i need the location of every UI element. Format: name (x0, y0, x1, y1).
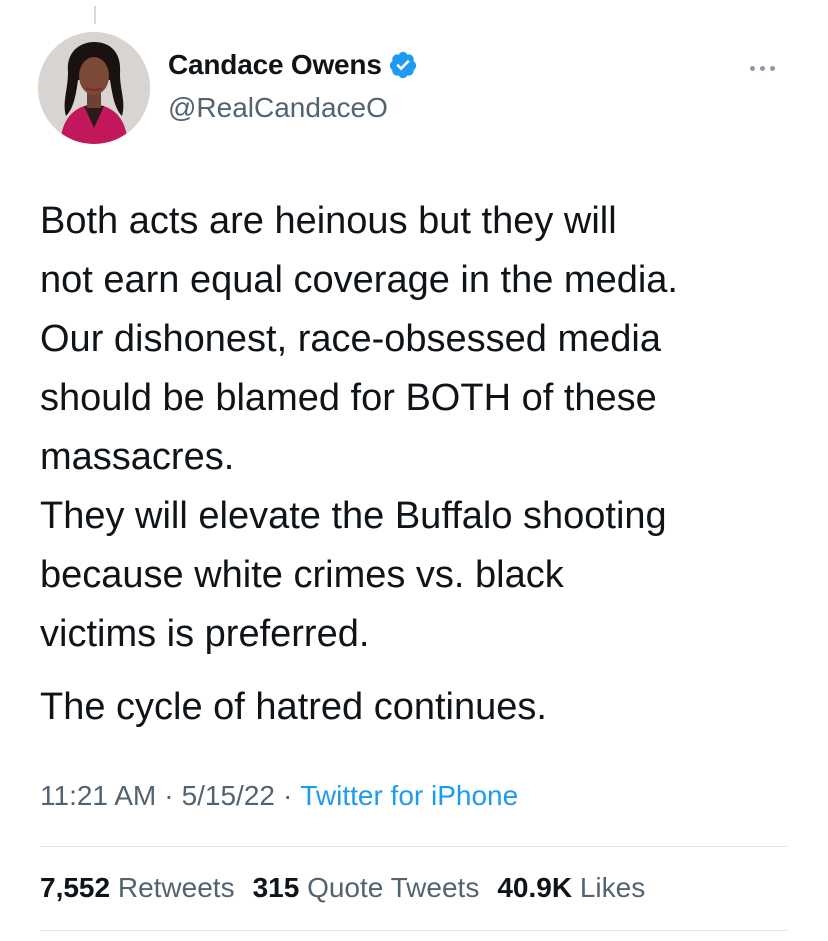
thread-connector-line (94, 6, 96, 24)
tweet-metadata: 11:21 AM · 5/15/22 · Twitter for iPhone (40, 780, 518, 812)
divider (40, 846, 788, 847)
tweet-paragraph: The cycle of hatred continues. (40, 686, 547, 728)
avatar-image (38, 32, 150, 144)
likes-count: 40.9K (497, 872, 573, 903)
tweet-source-link[interactable]: Twitter for iPhone (300, 780, 518, 812)
retweets-count: 7,552 (40, 872, 111, 903)
tweet-paragraph: Both acts are heinous but they will not … (40, 200, 678, 655)
likes-label: Likes (579, 872, 646, 903)
retweets-stat[interactable]: 7,552 Retweets (40, 872, 235, 904)
separator-dot: · (282, 780, 293, 811)
avatar[interactable] (38, 32, 150, 144)
separator-dot: · (164, 780, 174, 811)
tweet-date[interactable]: 5/15/22 (182, 780, 275, 812)
divider (40, 930, 788, 931)
author-display-name[interactable]: Candace Owens (168, 49, 382, 81)
tweet-text: Both acts are heinous but they will not … (40, 192, 800, 737)
quote-tweets-count: 315 (252, 872, 300, 903)
tweet-time[interactable]: 11:21 AM (40, 780, 156, 812)
engagement-stats: 7,552 Retweets 315 Quote Tweets 40.9K Li… (40, 872, 663, 904)
quote-tweets-stat[interactable]: 315 Quote Tweets (253, 872, 480, 904)
verified-badge-icon (388, 50, 418, 80)
quote-tweets-label: Quote Tweets (307, 872, 480, 903)
author-handle[interactable]: @RealCandaceO (168, 92, 388, 124)
more-options-icon[interactable] (740, 56, 784, 80)
retweets-label: Retweets (117, 872, 235, 903)
likes-stat[interactable]: 40.9K Likes (497, 872, 645, 904)
